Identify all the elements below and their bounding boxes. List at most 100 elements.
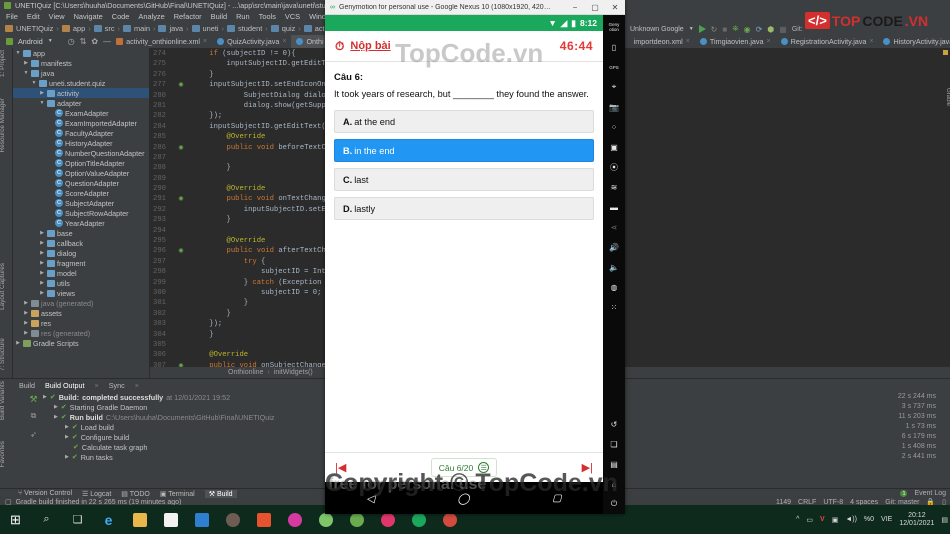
close-icon[interactable]: × xyxy=(686,38,690,45)
expand-arrow-icon[interactable]: ▶ xyxy=(39,290,45,296)
tray-notifications-icon[interactable]: ▤ xyxy=(941,516,948,524)
expand-arrow-icon[interactable]: ▶ xyxy=(23,330,29,336)
task-view-icon[interactable]: ❏ xyxy=(62,505,93,534)
expand-arrow-icon[interactable]: ▶ xyxy=(15,340,21,346)
option-b[interactable]: B. in the end xyxy=(334,139,594,162)
expand-arrow-icon[interactable]: ▼ xyxy=(15,50,21,56)
tree-node-historyadapter[interactable]: C HistoryAdapter xyxy=(13,138,149,148)
menu-run[interactable]: Run xyxy=(236,12,250,21)
tree-node-facultyadapter[interactable]: C FacultyAdapter xyxy=(13,128,149,138)
chevron-down-icon[interactable]: ▼ xyxy=(689,26,694,32)
expand-arrow-icon[interactable]: ▶ xyxy=(23,300,29,306)
expand-arrow-icon[interactable]: ▶ xyxy=(23,310,29,316)
tree-node-questionadapter[interactable]: C QuestionAdapter xyxy=(13,178,149,188)
breadcrumb-project[interactable]: UNETIQuiz xyxy=(16,24,53,33)
tree-node-res-generated[interactable]: ▶ res (generated) xyxy=(13,328,149,338)
breadcrumb-app[interactable]: app xyxy=(73,24,85,33)
gradle-rail-label[interactable]: Gradle xyxy=(945,88,950,106)
tree-node-java-generated[interactable]: ▶ java (generated) xyxy=(13,298,149,308)
module-selector[interactable]: Android xyxy=(18,37,43,46)
location-icon[interactable]: ⌖ xyxy=(603,77,625,97)
question-counter-button[interactable]: Câu 6/20 ☰ xyxy=(430,458,498,477)
tray-clock[interactable]: 20:12 12/01/2021 xyxy=(899,512,934,528)
profile-icon[interactable]: ◉ xyxy=(744,25,751,34)
rail-build-variants[interactable]: Build Variants xyxy=(0,381,6,420)
close-button[interactable]: ✕ xyxy=(605,3,625,12)
expand-arrow-icon[interactable]: ▶ xyxy=(39,280,45,286)
tree-node-dialog[interactable]: ▶ dialog xyxy=(13,248,149,258)
crumb-method[interactable]: initWidgets() xyxy=(274,369,313,376)
option-c[interactable]: C. last xyxy=(334,168,594,191)
tree-node-activity[interactable]: ▶ activity xyxy=(13,88,149,98)
editor-gutter[interactable]: ◉ xyxy=(170,246,192,256)
expand-arrow-icon[interactable]: ▶ xyxy=(23,320,29,326)
expand-arrow-icon[interactable]: ▶ xyxy=(39,230,45,236)
quiz-navigation-bar[interactable]: |◀ Câu 6/20 ☰ ▶| xyxy=(325,452,603,482)
battery-icon[interactable]: ▯ xyxy=(603,37,625,57)
volume-up-icon[interactable]: 🔊 xyxy=(603,237,625,257)
editor-gutter[interactable]: ◉ xyxy=(170,194,192,204)
clipboard-icon[interactable]: ▤ xyxy=(603,454,625,474)
menu-edit[interactable]: Edit xyxy=(27,12,40,21)
genymotion-window[interactable]: ∞ Genymotion for personal use - Google N… xyxy=(325,0,625,514)
expand-arrow-icon[interactable]: ▶ xyxy=(39,240,45,246)
submit-button[interactable]: Nộp bài xyxy=(350,40,390,52)
tray-network-icon[interactable]: ▭ xyxy=(806,516,813,524)
tray-volume-icon[interactable]: ◄)) xyxy=(845,516,857,523)
tray-language[interactable]: VIE xyxy=(881,516,892,523)
rail-project[interactable]: 1: Project xyxy=(0,50,6,77)
tree-node-yearadapter[interactable]: C YearAdapter xyxy=(13,218,149,228)
menu-code[interactable]: Code xyxy=(112,12,130,21)
tab-activity-onthionline-xml[interactable]: activity_onthionline.xml × xyxy=(111,35,212,48)
tab-historyactivity-java[interactable]: HistoryActivity.java × xyxy=(878,35,950,48)
tree-node-subjectadapter[interactable]: C SubjectAdapter xyxy=(13,198,149,208)
tree-node-subjectrowadapter[interactable]: C SubjectRowAdapter xyxy=(13,208,149,218)
project-tree[interactable]: ▼ app ▶ manifests ▼ java ▼ uneti.student.quiz ▶ a… xyxy=(13,48,150,378)
build-tool-buttons[interactable]: ⚒ ⧉ ➶ xyxy=(26,391,41,476)
sdk-icon[interactable]: ▦ xyxy=(779,25,787,34)
sync-icon[interactable]: ◷ xyxy=(68,37,75,46)
tab-build[interactable]: ⚒ Build xyxy=(204,489,237,498)
breadcrumb-uneti[interactable]: uneti xyxy=(203,24,219,33)
tree-node-examadapter[interactable]: C ExamAdapter xyxy=(13,108,149,118)
tree-node-optiontitleadapter[interactable]: C OptionTitleAdapter xyxy=(13,158,149,168)
expand-arrow-icon[interactable]: ▼ xyxy=(31,80,37,86)
display-icon[interactable]: ▣ xyxy=(603,137,625,157)
close-icon[interactable]: × xyxy=(282,38,286,45)
breadcrumb-student[interactable]: student xyxy=(238,24,262,33)
tree-node-manifests[interactable]: ▶ manifests xyxy=(13,58,149,68)
editor-gutter[interactable]: ◉ xyxy=(170,143,192,153)
breadcrumb-src[interactable]: src xyxy=(105,24,115,33)
identifiers-icon[interactable]: ⁙ xyxy=(603,297,625,317)
tree-node-assets[interactable]: ▶ assets xyxy=(13,308,149,318)
pin-icon[interactable]: ➶ xyxy=(26,425,41,443)
question-list-icon[interactable]: ☰ xyxy=(478,462,490,473)
genymotion-toolbar[interactable]: Geny otion ▯ GPS ⌖ 📷 ⁘ ▣ ⦿ ≋ ▬ ⋖ 🔊 🔈 ◍ ⁙ … xyxy=(603,15,625,514)
search-icon[interactable]: ⌕ xyxy=(31,505,62,534)
rail-layout-captures[interactable]: Layout Captures xyxy=(0,263,6,310)
recents-icon[interactable]: ❏ xyxy=(603,434,625,454)
tree-node-examimportedadapter[interactable]: C ExamImportedAdapter xyxy=(13,118,149,128)
left-tool-rail[interactable]: 1: Project Resource Manager Layout Captu… xyxy=(0,48,13,378)
tree-node-uneti-student-quiz[interactable]: ▼ uneti.student.quiz xyxy=(13,78,149,88)
quiz-app-screen[interactable]: ⏱ Nộp bài 46:44 Câu 6: It took years of … xyxy=(325,31,603,452)
tab-terminal[interactable]: ▣ Terminal xyxy=(160,490,195,498)
debug-icon[interactable]: ⛯ xyxy=(732,24,738,34)
recents-icon[interactable]: ▢ xyxy=(552,493,561,504)
home-icon[interactable]: ◯ xyxy=(457,492,469,505)
tab-build-output[interactable]: Build Output xyxy=(45,381,85,390)
tree-node-app[interactable]: ▼ app xyxy=(13,48,149,58)
rail-resource-manager[interactable]: Resource Manager xyxy=(0,98,6,152)
tray-expand-icon[interactable]: ^ xyxy=(796,516,799,523)
expand-arrow-icon[interactable]: ▼ xyxy=(23,70,29,76)
tab-version-control[interactable]: ⑂ Version Control xyxy=(18,490,72,497)
mail-icon[interactable] xyxy=(186,505,217,534)
tab-timgiaovien-java[interactable]: Timgiaovien.java × xyxy=(695,35,776,48)
tree-node-numberquestionadapter[interactable]: C NumberQuestionAdapter xyxy=(13,148,149,158)
disk-icon[interactable]: ◍ xyxy=(603,277,625,297)
power-icon[interactable]: ⏻ xyxy=(603,494,625,514)
maximize-button[interactable]: ▢ xyxy=(585,3,605,12)
minimize-button[interactable]: − xyxy=(565,3,585,12)
option-a[interactable]: A. at the end xyxy=(334,110,594,133)
back-icon[interactable]: ◁ xyxy=(366,492,374,505)
